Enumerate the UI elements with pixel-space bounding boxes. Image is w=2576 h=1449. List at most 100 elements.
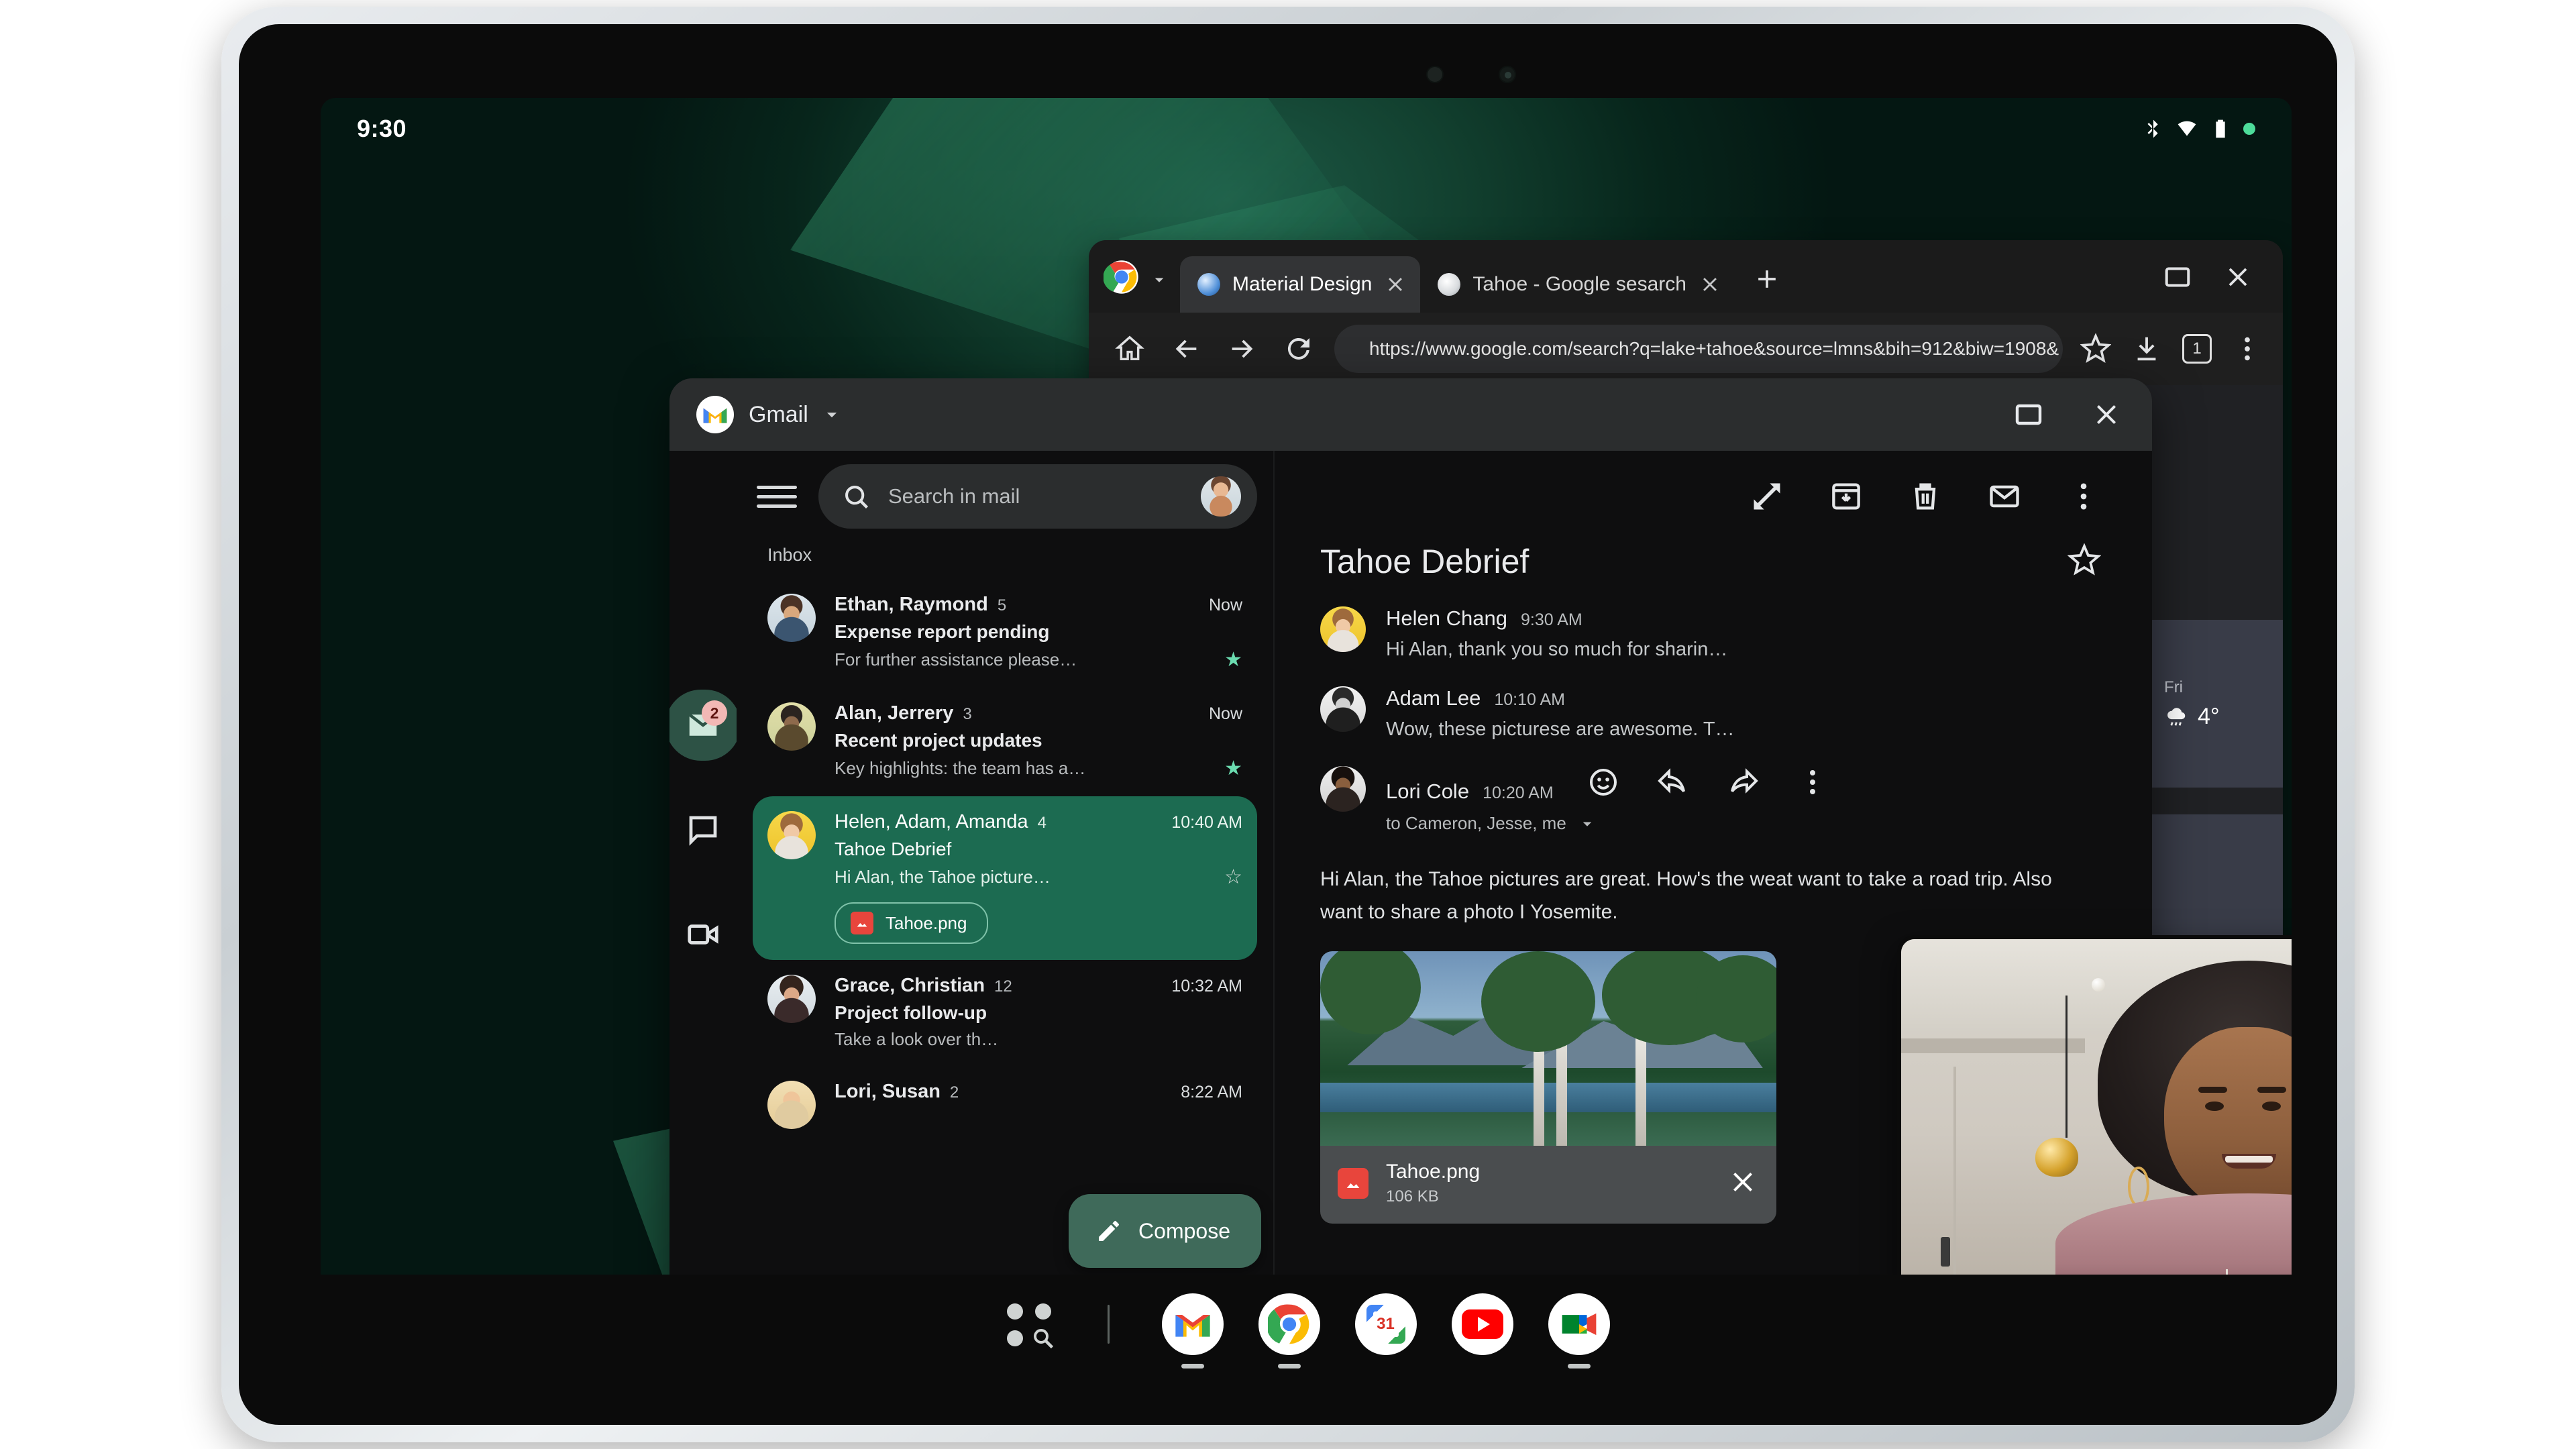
list-item-content: Ethan, Raymond 5 Now Expense report pend… — [835, 594, 1242, 672]
search-input[interactable]: Search in mail — [818, 464, 1257, 529]
thread-message[interactable]: Helen Chang 9:30 AM Hi Alan, thank you s… — [1275, 581, 2152, 661]
image-file-icon — [851, 912, 873, 934]
close-icon[interactable] — [2090, 398, 2123, 431]
chrome-window-controls — [2162, 262, 2276, 313]
list-item[interactable]: Grace, Christian 12 10:32 AM Project fol… — [753, 960, 1257, 1066]
sidebar-item-meet[interactable] — [669, 908, 738, 961]
sensor-dot — [1426, 66, 1444, 83]
sidebar-item-chat[interactable] — [669, 804, 738, 856]
thread-message[interactable]: Lori Cole 10:20 AM — [1275, 741, 2152, 834]
material-design-icon — [1197, 273, 1220, 296]
forward-icon[interactable] — [1727, 766, 1759, 798]
more-vertical-icon[interactable] — [2066, 479, 2101, 514]
list-item-content: Helen, Adam, Amanda 4 10:40 AM Tahoe Deb… — [835, 811, 1242, 944]
chrome-icon — [1268, 1303, 1311, 1346]
meet-icon — [1559, 1307, 1599, 1342]
front-camera — [1499, 66, 1516, 83]
timestamp: Now — [1209, 704, 1242, 724]
close-icon[interactable] — [1727, 1166, 1759, 1201]
compose-button[interactable]: Compose — [1069, 1194, 1261, 1268]
chevron-down-icon[interactable] — [820, 403, 843, 426]
star-outline-icon[interactable]: ☆ — [1224, 865, 1242, 889]
star-icon[interactable]: ★ — [1224, 757, 1242, 780]
attachment-chip[interactable]: Tahoe.png — [835, 902, 988, 944]
archive-icon[interactable] — [1829, 479, 1864, 514]
battery-icon — [2210, 118, 2231, 140]
list-item[interactable]: Ethan, Raymond 5 Now Expense report pend… — [753, 579, 1257, 688]
gmail-nav-rail: 2 — [669, 451, 737, 1318]
sender-name: Alan, Jerrery — [835, 702, 953, 724]
taskbar-app-meet[interactable] — [1548, 1293, 1610, 1355]
list-item-content: Grace, Christian 12 10:32 AM Project fol… — [835, 975, 1242, 1050]
back-arrow-icon[interactable] — [1165, 328, 1207, 370]
thread-message[interactable]: Adam Lee 10:10 AM Wow, these picturese a… — [1275, 661, 2152, 741]
chrome-tab[interactable]: Tahoe - Google sesarch — [1420, 256, 1735, 313]
download-icon[interactable] — [2131, 333, 2162, 364]
attachment-preview[interactable]: Tahoe.png 106 KB — [1320, 951, 1776, 1224]
taskbar-app-youtube[interactable] — [1452, 1293, 1513, 1355]
more-vertical-icon[interactable] — [2232, 333, 2263, 364]
tab-count-button[interactable]: 1 — [2182, 334, 2212, 364]
sender-name: Lori, Susan — [835, 1081, 941, 1103]
thread-count: 4 — [1038, 814, 1046, 833]
list-item[interactable]: Lori, Susan 2 8:22 AM — [753, 1066, 1257, 1145]
snippet: For further assistance please… — [835, 649, 1077, 670]
status-bar: 9:30 — [321, 98, 2292, 160]
emoji-icon[interactable] — [1587, 766, 1619, 798]
timestamp: 10:32 AM — [1171, 977, 1242, 996]
app-drawer-search-icon[interactable] — [1003, 1298, 1055, 1350]
mark-unread-icon[interactable] — [1987, 479, 2022, 514]
recipients: to Cameron, Jesse, me — [1386, 813, 1566, 834]
star-icon[interactable]: ★ — [1224, 648, 1242, 672]
hamburger-icon[interactable] — [757, 476, 797, 517]
thread-count: 2 — [950, 1083, 959, 1102]
message-body-text: Hi Alan, the Tahoe pictures are great. H… — [1275, 834, 2152, 928]
running-indicator — [1278, 1364, 1301, 1368]
account-avatar[interactable] — [1201, 476, 1241, 517]
video-feed — [1901, 939, 2292, 1293]
star-icon[interactable] — [2080, 333, 2111, 364]
maximize-icon[interactable] — [2012, 398, 2045, 431]
taskbar-app-calendar[interactable]: 31 — [1355, 1293, 1417, 1355]
home-icon[interactable] — [1109, 328, 1150, 370]
recipients-row[interactable]: to Cameron, Jesse, me — [1386, 813, 2101, 834]
list-item-snippet-row: Hi Alan, the Tahoe picture… ☆ — [835, 865, 1242, 889]
sender-name: Lori Cole — [1386, 780, 1469, 804]
list-item[interactable]: Helen, Adam, Amanda 4 10:40 AM Tahoe Deb… — [753, 796, 1257, 960]
sidebar-item-mail[interactable]: 2 — [669, 699, 738, 751]
thread-message-body: Lori Cole 10:20 AM — [1386, 766, 2101, 834]
thread-message-header: Lori Cole 10:20 AM — [1386, 766, 2101, 804]
star-outline-icon[interactable] — [2068, 543, 2101, 580]
close-icon[interactable] — [2222, 262, 2253, 292]
new-tab-button[interactable] — [1752, 264, 1782, 294]
close-icon[interactable] — [1699, 273, 1721, 296]
compose-label: Compose — [1138, 1219, 1230, 1244]
avatar — [767, 975, 816, 1023]
timestamp: Now — [1209, 596, 1242, 615]
list-item-header: Helen, Adam, Amanda 4 10:40 AM — [835, 811, 1242, 833]
tablet-screen: 9:30 — [321, 98, 2292, 1374]
chevron-down-icon[interactable] — [1149, 270, 1169, 290]
maximize-icon[interactable] — [2162, 262, 2193, 292]
taskbar-app-gmail[interactable] — [1162, 1293, 1224, 1355]
taskbar-app-chrome[interactable] — [1258, 1293, 1320, 1355]
close-icon[interactable] — [1384, 273, 1407, 296]
list-item[interactable]: Alan, Jerrery 3 Now Recent project updat… — [753, 688, 1257, 796]
taskbar: 31 — [321, 1275, 2292, 1374]
chrome-tab[interactable]: Material Design — [1180, 256, 1420, 313]
forward-arrow-icon[interactable] — [1222, 328, 1263, 370]
sender-name: Helen Chang — [1386, 606, 1507, 631]
reload-icon[interactable] — [1278, 328, 1320, 370]
tablet-bezel: 9:30 — [239, 24, 2337, 1425]
delete-icon[interactable] — [1908, 479, 1943, 514]
taskbar-inner: 31 — [1003, 1293, 1610, 1355]
timestamp: 9:30 AM — [1521, 610, 1582, 630]
expand-icon[interactable] — [1750, 479, 1784, 514]
reply-icon[interactable] — [1657, 766, 1689, 798]
address-bar[interactable]: https://www.google.com/search?q=lake+tah… — [1334, 325, 2063, 373]
thread-message-body: Adam Lee 10:10 AM Wow, these picturese a… — [1386, 686, 2101, 741]
video-call-pip[interactable] — [1897, 935, 2292, 1297]
chrome-icon — [1104, 259, 1140, 295]
subject: Recent project updates — [835, 730, 1242, 751]
more-vertical-icon[interactable] — [1796, 766, 1829, 798]
